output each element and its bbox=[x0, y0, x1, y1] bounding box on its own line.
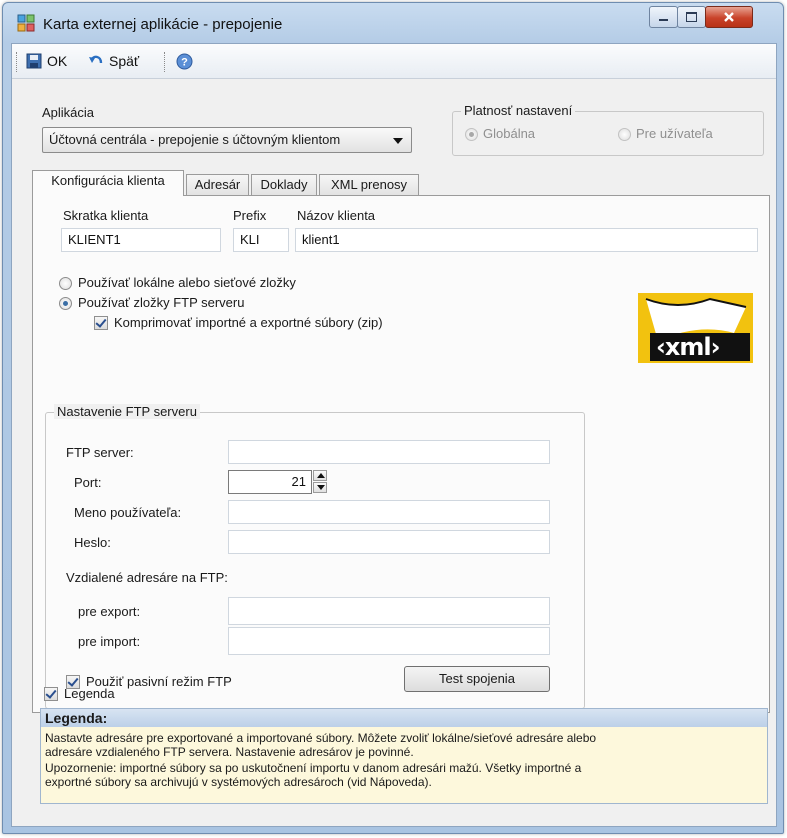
legend-text-line-3: Upozornenie: importné súbory sa po uskut… bbox=[45, 761, 582, 775]
local-folders-label: Používať lokálne alebo sieťové zložky bbox=[78, 275, 296, 290]
minimize-button[interactable] bbox=[649, 6, 678, 28]
username-input[interactable] bbox=[228, 500, 550, 524]
tab-client-config[interactable]: Konfigurácia klienta bbox=[32, 170, 184, 196]
validity-title: Platnosť nastavení bbox=[461, 103, 576, 118]
minimize-icon bbox=[659, 19, 668, 21]
ok-button[interactable]: OK bbox=[26, 50, 67, 72]
arrow-up-icon bbox=[317, 473, 325, 478]
back-button[interactable]: Späť bbox=[88, 50, 139, 72]
legend-heading: Legenda: bbox=[41, 709, 767, 727]
application-label: Aplikácia bbox=[42, 105, 95, 120]
chevron-down-icon bbox=[393, 138, 403, 144]
undo-icon bbox=[89, 55, 103, 64]
close-button[interactable] bbox=[705, 6, 753, 28]
port-down-button[interactable] bbox=[313, 482, 327, 493]
toolbar-separator bbox=[164, 52, 167, 72]
import-dir-label: pre import: bbox=[78, 634, 141, 649]
validity-group: Platnosť nastavení Globálna Pre užívateľ… bbox=[452, 103, 764, 156]
client-name-label: Názov klienta bbox=[297, 208, 376, 223]
svg-text:?: ? bbox=[181, 56, 188, 68]
password-input[interactable] bbox=[228, 530, 550, 554]
ftp-folders-label: Používať zložky FTP serveru bbox=[78, 295, 245, 310]
toolbar-grip[interactable] bbox=[16, 52, 19, 72]
client-shortcut-input[interactable]: KLIENT1 bbox=[61, 228, 221, 252]
client-shortcut-label: Skratka klienta bbox=[63, 208, 149, 223]
legend-text-line-1: Nastavte adresáre pre exportované a impo… bbox=[45, 731, 597, 745]
test-connection-button[interactable]: Test spojenia bbox=[404, 666, 550, 692]
ftp-server-label: FTP server: bbox=[66, 445, 134, 460]
port-label: Port: bbox=[74, 475, 102, 490]
prefix-label: Prefix bbox=[233, 208, 267, 223]
import-dir-input[interactable] bbox=[228, 627, 550, 655]
arrow-down-icon bbox=[317, 485, 325, 490]
legend-checkbox-label: Legenda bbox=[64, 686, 115, 701]
port-input[interactable]: 21 bbox=[228, 470, 312, 494]
prefix-input[interactable]: KLI bbox=[233, 228, 289, 252]
xml-logo-text: ‹xml› bbox=[656, 333, 720, 361]
tab-panel-client-config: Skratka klienta KLIENT1 Prefix KLI Názov… bbox=[32, 195, 770, 713]
tab-address-book[interactable]: Adresár bbox=[186, 174, 249, 195]
ftp-server-input[interactable] bbox=[228, 440, 550, 464]
legend-panel: Legenda: Nastavte adresáre pre exportova… bbox=[40, 708, 768, 804]
legend-checkbox[interactable] bbox=[44, 687, 58, 701]
legend-text-line-2: adresáre vzdialeného FTP servera. Nastav… bbox=[45, 745, 414, 759]
local-folders-radio[interactable] bbox=[59, 277, 72, 290]
compress-checkbox[interactable] bbox=[94, 316, 108, 330]
ftp-folders-radio[interactable] bbox=[59, 297, 72, 310]
export-dir-label: pre export: bbox=[78, 604, 141, 619]
compress-label: Komprimovať importné a exportné súbory (… bbox=[114, 315, 383, 330]
dialog-client-area: OK Späť ? Aplikácia Účtovná centrála - p… bbox=[11, 43, 777, 827]
user-radio[interactable] bbox=[618, 128, 631, 141]
port-up-button[interactable] bbox=[313, 470, 327, 481]
client-name-input[interactable]: klient1 bbox=[295, 228, 758, 252]
ftp-settings-title: Nastavenie FTP serveru bbox=[54, 404, 200, 419]
username-label: Meno používateľa: bbox=[74, 505, 182, 520]
application-select-value: Účtovná centrála - prepojenie s účtovným… bbox=[49, 132, 341, 147]
close-icon bbox=[724, 12, 734, 22]
title-bar[interactable]: Karta externej aplikácie - prepojenie bbox=[3, 3, 783, 43]
tab-documents[interactable]: Doklady bbox=[251, 174, 317, 195]
xml-logo: ‹xml› bbox=[638, 293, 753, 363]
legend-text-line-4: exportné súbory sa archivujú v systémový… bbox=[45, 775, 432, 789]
maximize-icon bbox=[686, 12, 697, 22]
ok-label: OK bbox=[47, 53, 68, 69]
maximize-button[interactable] bbox=[677, 6, 706, 28]
toolbar: OK Späť ? bbox=[12, 44, 776, 79]
application-select[interactable]: Účtovná centrála - prepojenie s účtovným… bbox=[42, 127, 412, 153]
global-radio[interactable] bbox=[465, 128, 478, 141]
remote-dirs-label: Vzdialené adresáre na FTP: bbox=[66, 570, 228, 585]
export-dir-input[interactable] bbox=[228, 597, 550, 625]
window-title: Karta externej aplikácie - prepojenie bbox=[43, 16, 283, 33]
global-radio-label: Globálna bbox=[483, 126, 536, 141]
dialog-window: Karta externej aplikácie - prepojenie OK bbox=[2, 2, 784, 834]
back-label: Späť bbox=[109, 53, 140, 69]
user-radio-label: Pre užívateľa bbox=[636, 126, 713, 141]
tab-xml-transfers[interactable]: XML prenosy bbox=[319, 174, 419, 195]
app-icon bbox=[17, 14, 35, 32]
save-icon bbox=[26, 53, 42, 69]
password-label: Heslo: bbox=[74, 535, 111, 550]
ftp-settings-group: Nastavenie FTP serveru FTP server: Port:… bbox=[45, 404, 585, 709]
help-icon: ? bbox=[176, 53, 193, 69]
help-button[interactable]: ? bbox=[176, 50, 193, 72]
